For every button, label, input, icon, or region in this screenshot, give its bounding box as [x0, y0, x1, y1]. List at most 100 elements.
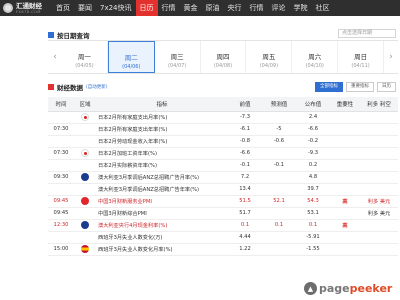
cell-importance-text: 高: [342, 222, 348, 229]
nav-item-central-bank[interactable]: 央行: [224, 0, 246, 16]
table-header-row: 时间 区域 指标 前值 预测值 公布值 重要性 利多 利空: [48, 97, 398, 112]
cell-previous-text: -0.1: [239, 162, 251, 168]
cell-previous: 51.5: [228, 195, 262, 208]
cell-effect: [360, 183, 398, 196]
important-indicators-button[interactable]: 重要指标: [346, 82, 374, 92]
day-date: (04/07): [167, 63, 187, 69]
logo-text: 汇通财经: [16, 1, 42, 10]
cell-indicator: 日本2月加班工资年率(%): [96, 147, 228, 160]
cell-previous-text: 51.5: [239, 198, 251, 204]
table-row[interactable]: 09:30 澳大利亚3月季调后ANZ总招聘广告月率(%) 7.2 4.8: [48, 171, 398, 184]
nav-item-home[interactable]: 首页: [52, 0, 74, 16]
cell-actual-text: 0.2: [308, 162, 318, 168]
prev-week-arrow-icon[interactable]: ‹: [48, 41, 62, 73]
auto-update-label: (自动更新): [86, 85, 108, 90]
table-row[interactable]: 09:45 中国3月财新服务业PMI 51.5 52.1 54.3 高 利多 美元: [48, 195, 398, 208]
cell-importance: [330, 243, 360, 256]
header-indicator: 指标: [96, 97, 228, 112]
cell-forecast: [262, 243, 296, 256]
table-row[interactable]: 西班牙3月失业人数变化(万) 4.44 -5.91: [48, 231, 398, 244]
day-tab-sun[interactable]: 周日 (04/11): [338, 41, 385, 73]
nav-item-oil[interactable]: 原油: [202, 0, 224, 16]
chart-icon: [48, 84, 54, 90]
cell-forecast: 0.1: [262, 219, 296, 232]
day-tab-mon[interactable]: 周一 (04/05): [62, 41, 108, 73]
cell-importance: [330, 159, 360, 172]
cell-indicator-text: 日本2月实际薪资年率(%): [98, 162, 157, 169]
economic-calendar-table: 时间 区域 指标 前值 预测值 公布值 重要性 利多 利空 日本2月所有家庭支出…: [48, 97, 398, 256]
watermark-text: pagepeeker: [319, 282, 392, 295]
cell-region: [74, 183, 96, 196]
cell-time: 09:45: [48, 207, 74, 220]
cell-actual: 2.4: [296, 111, 330, 124]
cell-time-text: 07:30: [53, 150, 69, 156]
cell-indicator: 西班牙3月失业人数变化月率(%): [96, 243, 228, 256]
day-tab-thu[interactable]: 周四 (04/08): [201, 41, 247, 73]
cell-time: 09:30: [48, 171, 74, 184]
cell-indicator-text: 中国3月财新综合PMI: [98, 210, 147, 217]
all-indicators-button[interactable]: 全部指标: [315, 82, 343, 92]
table-row[interactable]: 15:00 西班牙3月失业人数变化月率(%) 1.22 -1.55: [48, 243, 398, 256]
nav-item-calendar[interactable]: 日历: [135, 0, 158, 16]
nav-item-community[interactable]: 社区: [312, 0, 334, 16]
day-name: 周三: [170, 53, 184, 61]
calendar-button[interactable]: 日历: [377, 82, 396, 92]
cell-actual: -1.55: [296, 243, 330, 256]
table-row[interactable]: 07:30 日本2月所有家庭支出年率(%) -6.1 -5 -6.6: [48, 123, 398, 136]
cell-previous: -6.1: [228, 123, 262, 136]
cell-actual-text: 0.1: [308, 222, 318, 228]
day-date: (04/06): [122, 64, 141, 70]
day-tab-wed[interactable]: 周三 (04/07): [155, 41, 201, 73]
cell-effect: 利多 美元: [360, 207, 398, 220]
cell-importance: [330, 207, 360, 220]
table-row[interactable]: 日本2月所有家庭支出月率(%) -7.3 2.4: [48, 111, 398, 124]
table-row[interactable]: 日本2月劳动现金收入年率(%) -0.8 -0.6 -0.2: [48, 135, 398, 148]
cell-actual: -0.2: [296, 135, 330, 148]
nav-item-gold[interactable]: 黄金: [180, 0, 202, 16]
cell-indicator-text: 日本2月劳动现金收入年率(%): [98, 138, 168, 145]
cell-time: [48, 111, 74, 124]
cell-time: 07:30: [48, 147, 74, 160]
cell-previous: 1.22: [228, 243, 262, 256]
site-logo[interactable]: 汇通财经 FX678.COM: [0, 1, 52, 14]
cell-indicator-text: 日本2月加班工资年率(%): [98, 150, 157, 157]
cell-effect: [360, 171, 398, 184]
day-tabs: 周一 (04/05) 周二 (04/06) 周三 (04/07) 周四 (04/…: [62, 41, 385, 73]
cell-effect: [360, 159, 398, 172]
table-row[interactable]: 日本2月实际薪资年率(%) -0.1 -0.1 0.2: [48, 159, 398, 172]
cell-previous: 0.1: [228, 219, 262, 232]
next-week-arrow-icon[interactable]: ›: [384, 41, 398, 73]
watermark-suffix: peeker: [349, 282, 393, 295]
cell-forecast: [262, 183, 296, 196]
cell-time-text: 09:30: [53, 174, 69, 180]
cell-time: [48, 135, 74, 148]
nav-item-industry[interactable]: 行情: [246, 0, 268, 16]
cell-previous: 13.4: [228, 183, 262, 196]
cell-importance: [330, 123, 360, 136]
nav-item-academy[interactable]: 学院: [290, 0, 312, 16]
day-name: 周日: [354, 53, 368, 61]
table-row[interactable]: 07:30 日本2月加班工资年率(%) -6.6 -9.3: [48, 147, 398, 160]
day-name: 周六: [308, 53, 322, 61]
cell-region: [74, 159, 96, 172]
cell-indicator-text: 日本2月所有家庭支出月率(%): [98, 114, 168, 121]
cell-importance: [330, 147, 360, 160]
cell-actual: 4.8: [296, 171, 330, 184]
cell-importance: [330, 135, 360, 148]
nav-item-comment[interactable]: 评论: [268, 0, 290, 16]
nav-item-quotes[interactable]: 行情: [158, 0, 180, 16]
cell-actual: 53.1: [296, 207, 330, 220]
day-tab-tue[interactable]: 周二 (04/06): [107, 41, 155, 73]
table-row[interactable]: 12:30 澳大利亚央行4月现金利率(%) 0.1 0.1 0.1 高: [48, 219, 398, 232]
table-row[interactable]: 澳大利亚3月季调后ANZ总招聘广告年率(%) 13.4 39.7: [48, 183, 398, 196]
header-forecast: 预测值: [262, 97, 296, 112]
cell-indicator: 中国3月财新综合PMI: [96, 207, 228, 220]
cell-actual: 39.7: [296, 183, 330, 196]
nav-item-flash[interactable]: 7x24快讯: [96, 0, 136, 16]
nav-item-news[interactable]: 要闻: [74, 0, 96, 16]
date-picker-input[interactable]: 点击选择日期: [338, 29, 396, 38]
cell-importance: [330, 183, 360, 196]
day-tab-sat[interactable]: 周六 (04/10): [292, 41, 339, 73]
table-row[interactable]: 09:45 中国3月财新综合PMI 51.7 53.1 利多 美元: [48, 207, 398, 220]
day-tab-fri[interactable]: 周五 (04/09): [246, 41, 293, 73]
